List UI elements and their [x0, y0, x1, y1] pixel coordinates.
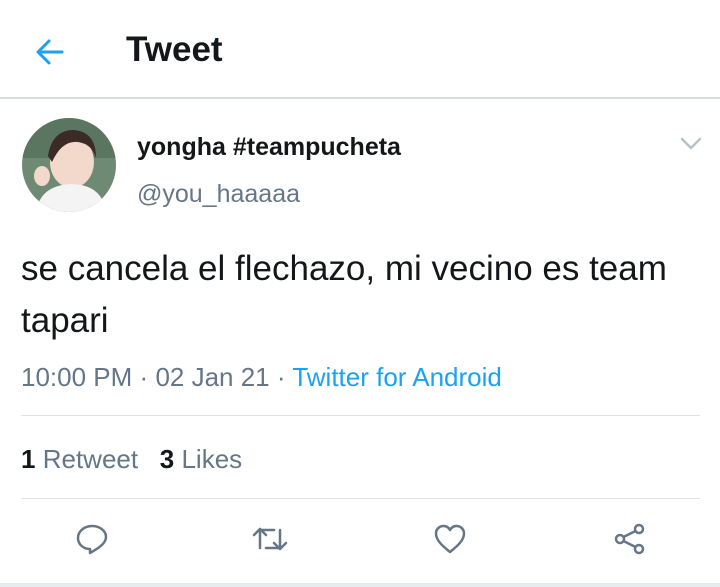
header-divider [0, 97, 720, 99]
share-icon [613, 522, 647, 556]
page-title: Tweet [126, 30, 223, 69]
chevron-down-icon[interactable] [680, 136, 702, 152]
likes-count: 3 [159, 444, 175, 474]
display-name[interactable]: yongha #teampucheta [137, 132, 401, 162]
top-bar: Tweet [0, 0, 720, 99]
like-button[interactable] [432, 521, 468, 557]
divider [21, 415, 700, 416]
retweets-count: 1 [21, 444, 36, 474]
user-handle[interactable]: @you_haaaaa [137, 179, 300, 209]
tweet-meta: 10:00 PM · 02 Jan 21 · Twitter for Andro… [21, 360, 502, 394]
back-arrow-icon[interactable] [34, 36, 66, 68]
reply-button[interactable] [74, 521, 110, 557]
tweet-source-link[interactable]: Twitter for Android [292, 362, 502, 392]
tweet-date: 02 Jan 21 [155, 362, 270, 392]
tweet-time: 10:00 PM [21, 362, 133, 392]
reply-icon [75, 522, 109, 556]
meta-separator: · [139, 362, 149, 392]
retweets-stat[interactable]: 1 Retweet [21, 444, 138, 474]
meta-separator: · [276, 362, 286, 392]
retweet-button[interactable] [252, 521, 288, 557]
retweet-icon [252, 524, 288, 554]
likes-stat[interactable]: 3 Likes [160, 444, 242, 474]
divider [21, 498, 700, 499]
retweets-label: Retweet [42, 444, 139, 474]
bottom-divider [0, 583, 720, 587]
likes-label: Likes [181, 444, 243, 474]
tweet-stats: 1 Retweet 3 Likes [21, 442, 242, 476]
tweet-text: se cancela el flechazo, mi vecino es tea… [21, 249, 667, 340]
like-icon [433, 523, 467, 555]
share-button[interactable] [612, 521, 648, 557]
avatar[interactable] [22, 118, 116, 212]
